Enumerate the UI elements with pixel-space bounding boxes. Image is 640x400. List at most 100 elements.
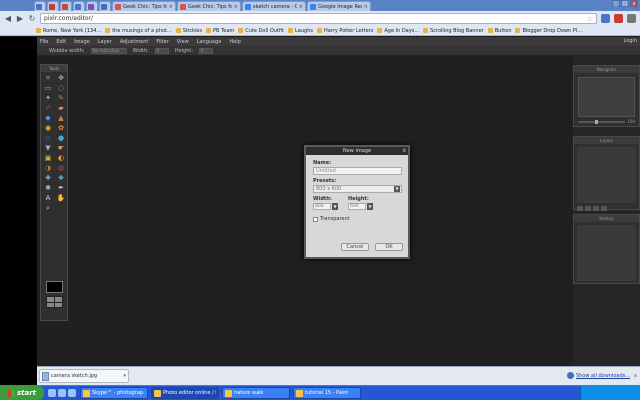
height-field[interactable]: 600 <box>348 203 366 210</box>
eraser-tool-icon[interactable]: ▰ <box>56 104 66 113</box>
download-item[interactable]: camera sketch.jpg ▾ <box>39 369 129 383</box>
browser-tab[interactable]: Google Image Result for ht...× <box>307 1 371 11</box>
width-field[interactable]: 800 <box>313 203 331 210</box>
zoom-slider[interactable] <box>578 119 626 124</box>
width-stepper-icon[interactable]: ▼ <box>332 203 338 210</box>
browser-tab[interactable] <box>34 1 46 11</box>
spot-heal-tool-icon[interactable]: ✚ <box>43 174 53 183</box>
maximize-button[interactable]: □ <box>621 0 629 7</box>
zoom-value[interactable]: 100 <box>627 119 635 124</box>
view-mode-4[interactable] <box>55 302 62 307</box>
view-mode-1[interactable] <box>47 297 54 302</box>
bookmark-item[interactable]: Rome, New York (134... <box>36 28 101 34</box>
ok-button[interactable]: OK <box>375 243 403 251</box>
chevron-down-icon[interactable]: ▾ <box>123 373 126 379</box>
tab-close-icon[interactable]: × <box>364 4 368 10</box>
taskbar-task[interactable]: nature walk <box>222 387 290 399</box>
dialog-header[interactable]: New image x <box>306 147 408 155</box>
layers-list[interactable] <box>577 147 636 203</box>
picker-tool-icon[interactable]: ✒ <box>56 184 66 193</box>
bookmark-item[interactable]: PB Team <box>206 28 234 34</box>
layer-settings-button[interactable] <box>577 206 583 211</box>
transparent-option[interactable]: Transparent <box>313 216 401 222</box>
bookmark-item[interactable]: Blogger Drop Down Pl... <box>515 28 582 34</box>
menu-item-language[interactable]: Language <box>197 39 222 45</box>
brush-tool-icon[interactable]: ✐ <box>43 104 53 113</box>
browser-tab[interactable] <box>47 1 59 11</box>
bookmark-item[interactable]: Scrolling Blog Banner <box>423 28 484 34</box>
menu-item-help[interactable]: Help <box>229 39 240 45</box>
color-replace-tool-icon[interactable]: ✿ <box>56 124 66 133</box>
bookmark-item[interactable]: Button <box>487 28 511 34</box>
quick-launch-icon-1[interactable] <box>48 389 56 397</box>
type-tool-icon[interactable]: A <box>43 194 53 203</box>
bookmark-star-icon[interactable]: ☆ <box>587 15 593 23</box>
tab-close-icon[interactable]: × <box>299 4 303 10</box>
menu-item-image[interactable]: Image <box>74 39 90 45</box>
dialog-close-icon[interactable]: x <box>402 147 406 155</box>
tab-close-icon[interactable]: × <box>169 4 173 10</box>
pencil-tool-icon[interactable]: ✎ <box>56 94 66 103</box>
browser-tab[interactable] <box>99 1 111 11</box>
tab-close-icon[interactable]: × <box>234 4 238 10</box>
taskbar-task[interactable]: Skype™ - photograp... <box>80 387 148 399</box>
marquee-tool-icon[interactable]: ▭ <box>43 84 53 93</box>
close-window-button[interactable]: x <box>630 0 638 7</box>
color-swatch[interactable] <box>46 281 63 293</box>
delete-layer-button[interactable] <box>601 206 607 211</box>
show-all-downloads-link[interactable]: Show all downloads... <box>576 373 630 379</box>
bucket-tool-icon[interactable]: ◆ <box>43 114 53 123</box>
gradient-tool-icon[interactable]: ▲ <box>56 114 66 123</box>
bookmark-item[interactable]: Stickies <box>175 28 202 34</box>
smudge-tool-icon[interactable]: ☛ <box>56 144 66 153</box>
quick-launch-icon-2[interactable] <box>58 389 66 397</box>
menu-item-layer[interactable]: Layer <box>98 39 112 45</box>
width-input[interactable]: 0 <box>154 47 169 54</box>
presets-select[interactable]: 800 x 600 ▼ <box>313 185 402 193</box>
reload-icon[interactable]: ↻ <box>28 14 36 23</box>
height-stepper-icon[interactable]: ▼ <box>367 203 373 210</box>
menu-item-edit[interactable]: Edit <box>56 39 66 45</box>
sharpen-tool-icon[interactable]: ▼ <box>43 144 53 153</box>
lasso-tool-icon[interactable]: ◌ <box>56 84 66 93</box>
name-input[interactable]: Untitled <box>313 167 402 175</box>
drawing-tool-icon[interactable]: ◇ <box>43 134 53 143</box>
forward-icon[interactable]: ▶ <box>16 14 24 23</box>
extension-icon-2[interactable] <box>614 14 623 23</box>
browser-tab[interactable]: sketch camera - Google Se...× <box>242 1 306 11</box>
chevron-down-icon[interactable]: ▼ <box>394 186 400 192</box>
height-input[interactable]: 0 <box>199 47 214 54</box>
bookmark-item[interactable]: Age In Days... <box>377 28 419 34</box>
back-icon[interactable]: ◀ <box>4 14 12 23</box>
crop-tool-icon[interactable]: ⌗ <box>43 74 53 83</box>
cancel-button[interactable]: Cancel <box>341 243 369 251</box>
blur-tool-icon[interactable]: ● <box>56 134 66 143</box>
transparent-checkbox[interactable] <box>313 216 318 222</box>
wand-tool-icon[interactable]: ✦ <box>43 94 53 103</box>
zoom-tool-icon[interactable]: ⌕ <box>43 204 53 213</box>
minimize-button[interactable]: _ <box>612 0 620 7</box>
layer-mask-button[interactable] <box>585 206 591 211</box>
history-list[interactable] <box>577 225 636 281</box>
bookmark-item[interactable]: Harry Potter Letters <box>316 28 373 34</box>
navigator-preview[interactable] <box>578 77 635 117</box>
wrench-icon[interactable] <box>627 14 636 23</box>
login-link[interactable]: Login <box>624 38 638 44</box>
taskbar-task[interactable]: tutorial 15 - Paint <box>293 387 361 399</box>
sponge-tool-icon[interactable]: ▣ <box>43 154 53 163</box>
browser-tab[interactable] <box>73 1 85 11</box>
view-mode-2[interactable] <box>55 297 62 302</box>
browser-tab[interactable] <box>86 1 98 11</box>
quick-launch-icon-3[interactable] <box>68 389 76 397</box>
menu-item-file[interactable]: File <box>40 39 48 45</box>
bookmark-item[interactable]: Cute Doll Outfit <box>238 28 284 34</box>
burn-tool-icon[interactable]: ◑ <box>43 164 53 173</box>
bookmark-item[interactable]: the musings of a phot... <box>105 28 172 34</box>
menu-item-filter[interactable]: Filter <box>156 39 168 45</box>
hand-tool-icon[interactable]: ✋ <box>56 194 66 203</box>
browser-tab[interactable]: Geek Chic: Tips for the Tre...× <box>112 1 176 11</box>
start-button[interactable]: start <box>0 386 44 400</box>
taskbar-task[interactable]: Photo editor online / f... <box>151 387 219 399</box>
pinch-tool-icon[interactable]: ✱ <box>43 184 53 193</box>
browser-tab[interactable] <box>60 1 72 11</box>
